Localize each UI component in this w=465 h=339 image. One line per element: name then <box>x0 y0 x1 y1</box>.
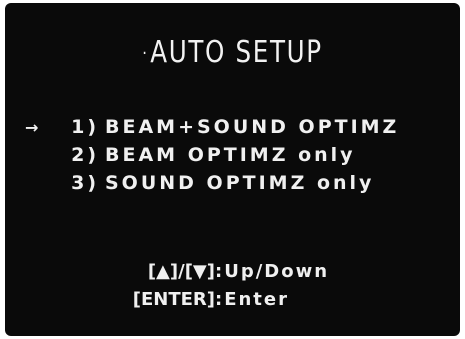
help-action: :Up/Down <box>215 261 330 282</box>
key-help: [▲]/[▼]:Up/Down [ENTER]:Enter <box>95 258 329 314</box>
help-row-navigate: [▲]/[▼]:Up/Down <box>95 258 329 286</box>
page-title: ·AUTO SETUP <box>46 35 419 70</box>
help-row-enter: [ENTER]:Enter <box>95 286 329 314</box>
help-key-enter: [ENTER] <box>132 289 215 310</box>
title-marker: · <box>142 43 149 64</box>
menu-item-label: BEAM+SOUND OPTIMZ <box>105 116 400 138</box>
menu-item-label: SOUND OPTIMZ only <box>105 172 375 194</box>
menu-item-number: 1) <box>71 116 99 138</box>
help-key-arrows: [▲]/[▼] <box>147 261 215 282</box>
title-text: AUTO SETUP <box>150 35 323 70</box>
menu-item-label: BEAM OPTIMZ only <box>105 144 356 166</box>
menu-item-number: 2) <box>71 144 99 166</box>
help-action: :Enter <box>215 289 289 310</box>
setup-menu: → 1) BEAM+SOUND OPTIMZ 2) BEAM OPTIMZ only … <box>25 113 399 197</box>
osd-screen: ·AUTO SETUP → 1) BEAM+SOUND OPTIMZ 2) BEAM … <box>5 3 460 336</box>
arrow-right-icon: → <box>25 118 39 137</box>
menu-item-number: 3) <box>71 172 99 194</box>
menu-item-beam-optimize[interactable]: 2) BEAM OPTIMZ only <box>25 141 399 169</box>
menu-item-sound-optimize[interactable]: 3) SOUND OPTIMZ only <box>25 169 399 197</box>
menu-item-beam-sound-optimize[interactable]: → 1) BEAM+SOUND OPTIMZ <box>25 113 399 141</box>
